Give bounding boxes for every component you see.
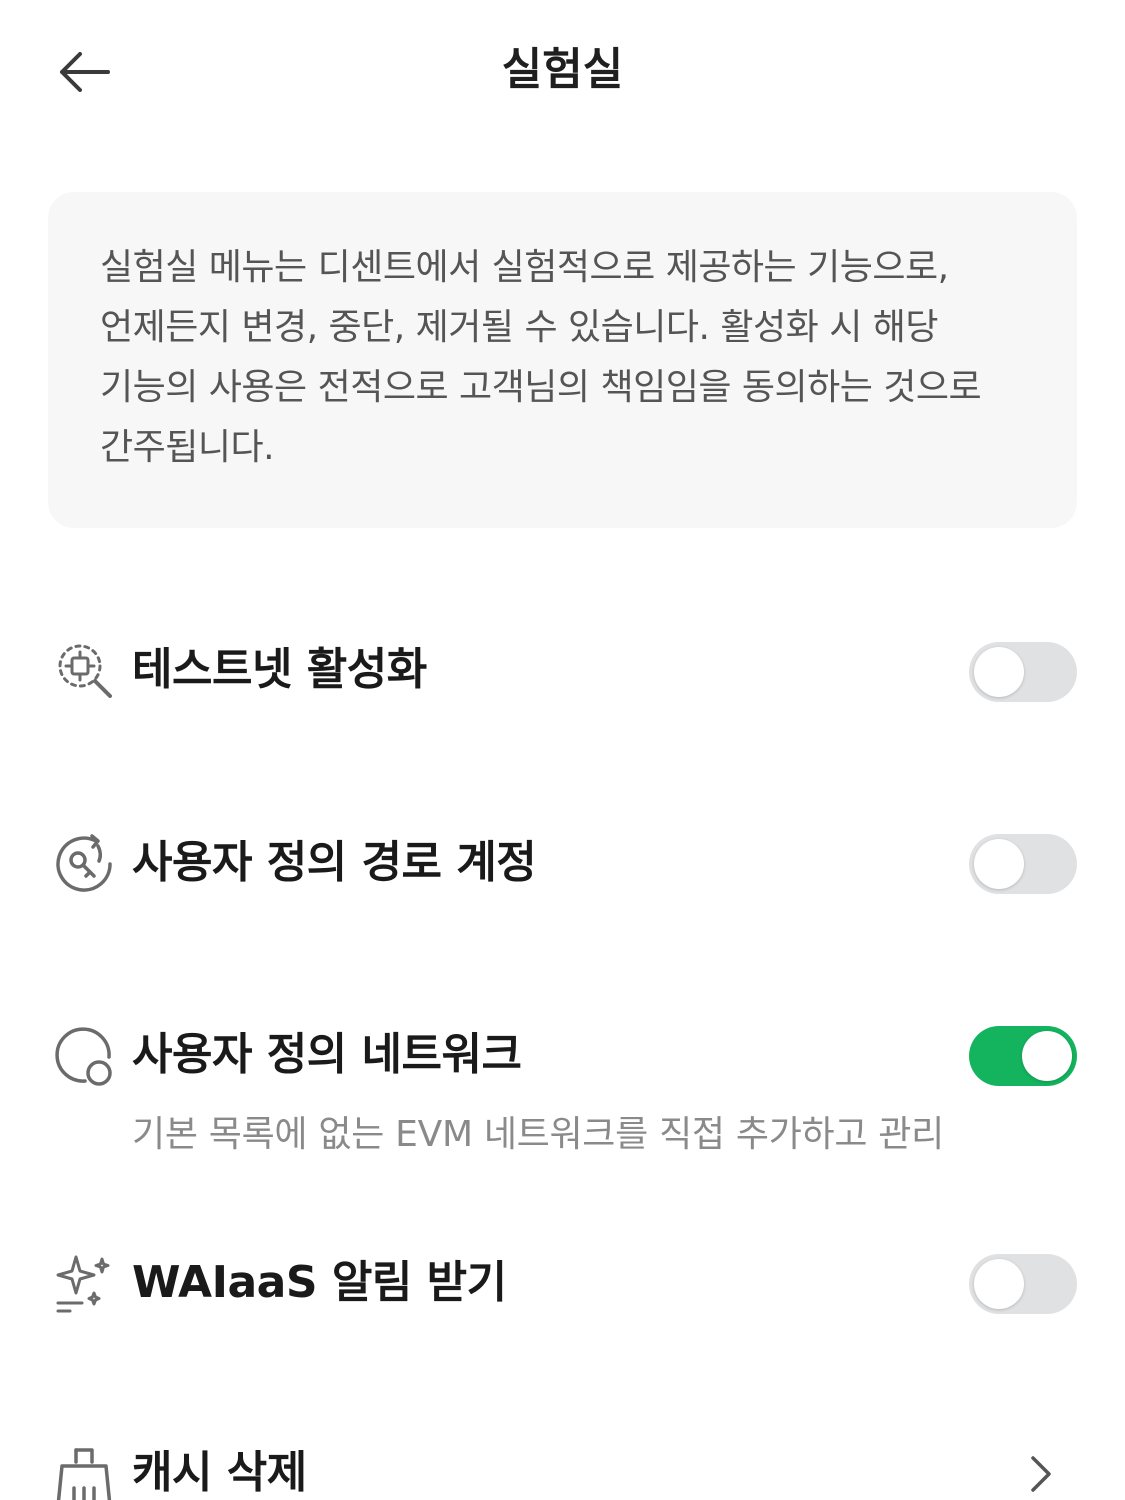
app-header: 실험실	[0, 0, 1125, 140]
setting-label-waiaas: WAIaaS 알림 받기	[132, 1257, 507, 1308]
custom-path-key-icon	[50, 830, 118, 898]
sparkle-icon	[50, 1250, 118, 1318]
page-title: 실험실	[501, 44, 624, 95]
toggle-knob	[974, 647, 1024, 697]
setting-row-custom-network: 사용자 정의 네트워크 기본 목록에 없는 EVM 네트워크를 직접 추가하고 …	[0, 1000, 1125, 1155]
setting-label-testnet: 테스트넷 활성화	[132, 644, 427, 695]
setting-label-clear-cache: 캐시 삭제	[132, 1447, 307, 1498]
testnet-search-icon	[50, 636, 118, 704]
custom-path-toggle[interactable]	[969, 834, 1077, 894]
chevron-right-icon[interactable]	[1021, 1450, 1061, 1498]
toggle-knob	[974, 839, 1024, 889]
setting-description-custom-network: 기본 목록에 없는 EVM 네트워크를 직접 추가하고 관리	[132, 1114, 944, 1155]
notice-box: 실험실 메뉴는 디센트에서 실험적으로 제공하는 기능으로, 언제든지 변경, …	[48, 192, 1077, 528]
setting-row-testnet: 테스트넷 활성화	[0, 615, 1125, 725]
setting-row-custom-path: 사용자 정의 경로 계정	[0, 808, 1125, 918]
custom-network-toggle[interactable]	[969, 1026, 1077, 1086]
toggle-knob	[974, 1259, 1024, 1309]
broom-icon	[50, 1442, 118, 1500]
testnet-toggle[interactable]	[969, 642, 1077, 702]
setting-label-custom-network: 사용자 정의 네트워크	[132, 1029, 522, 1080]
custom-network-icon	[50, 1022, 118, 1090]
notice-text: 실험실 메뉴는 디센트에서 실험적으로 제공하는 기능으로, 언제든지 변경, …	[100, 247, 982, 468]
toggle-knob	[1022, 1031, 1072, 1081]
setting-row-waiaas: WAIaaS 알림 받기	[0, 1228, 1125, 1338]
setting-row-clear-cache[interactable]: 캐시 삭제	[0, 1418, 1125, 1500]
waiaas-toggle[interactable]	[969, 1254, 1077, 1314]
setting-label-custom-path: 사용자 정의 경로 계정	[132, 837, 537, 888]
